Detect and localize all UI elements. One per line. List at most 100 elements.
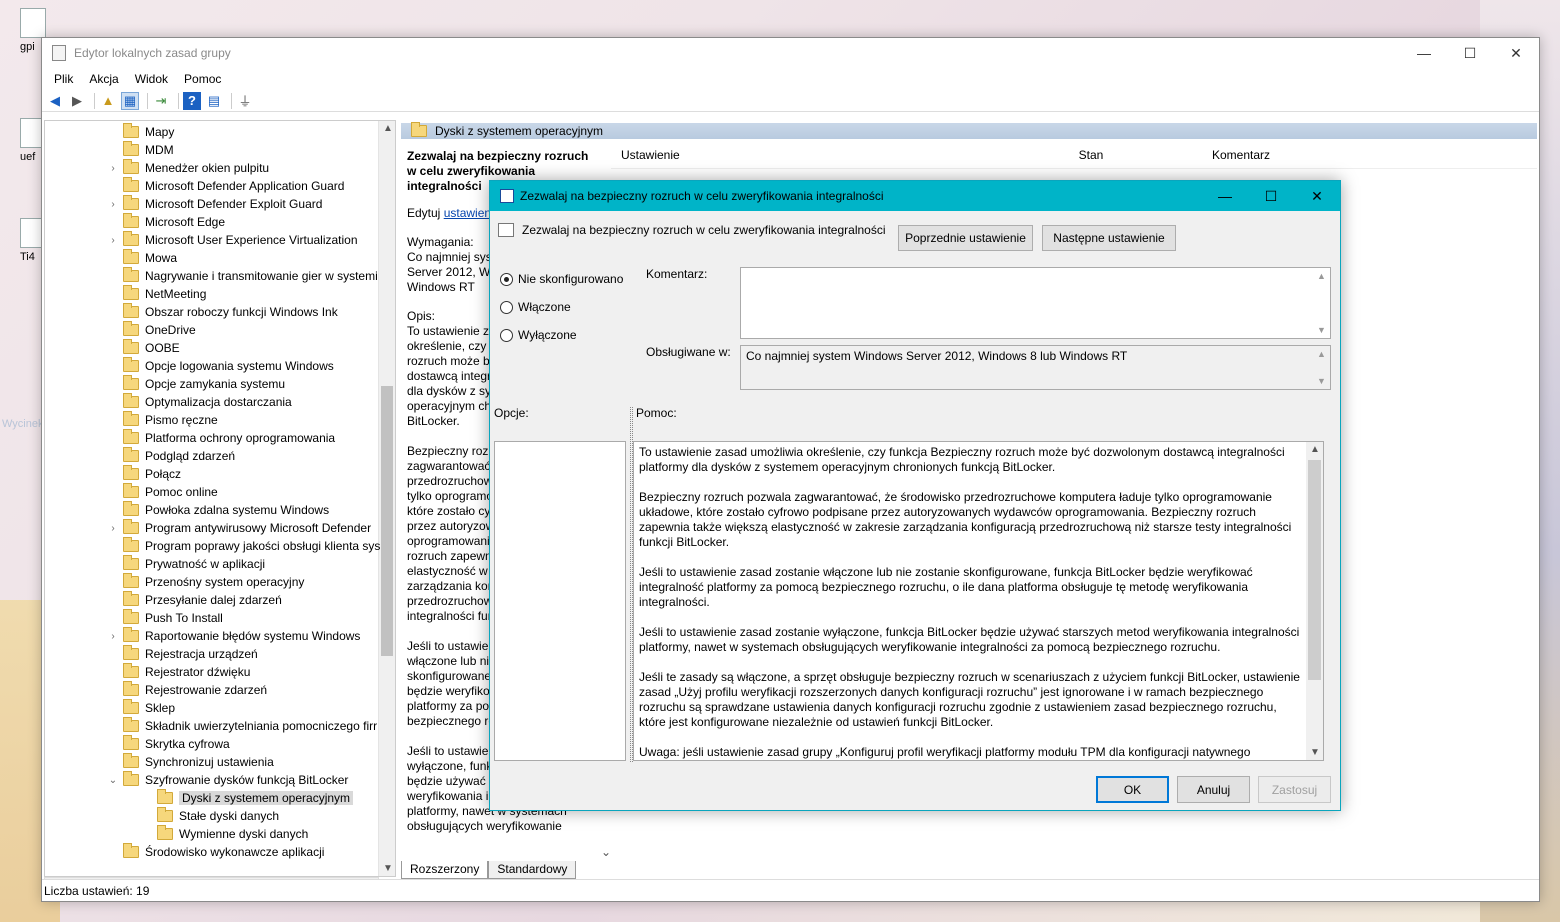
scroll-up-icon[interactable]: ▲ <box>1314 349 1329 359</box>
tree-item[interactable]: NetMeeting <box>107 285 206 303</box>
options-panel <box>494 441 626 761</box>
tree-item[interactable]: › Program antywirusowy Microsoft Defender <box>107 519 371 537</box>
tree-item[interactable]: Dyski z systemem operacyjnym <box>141 789 354 807</box>
tree-item[interactable]: ⌄ Szyfrowanie dysków funkcją BitLocker <box>107 771 348 789</box>
minimize-button[interactable]: — <box>1202 181 1248 211</box>
comment-field[interactable]: ▲ ▼ <box>740 267 1331 339</box>
tree-item[interactable]: Push To Install <box>107 609 223 627</box>
properties-icon[interactable]: ▤ <box>205 92 223 110</box>
tree-item[interactable]: Obszar roboczy funkcji Windows Ink <box>107 303 338 321</box>
tree-item[interactable]: Przesyłanie dalej zdarzeń <box>107 591 282 609</box>
scroll-down-icon[interactable]: ▼ <box>383 863 393 874</box>
filter-icon[interactable]: ⏚ <box>236 92 254 110</box>
tree-item[interactable]: Program poprawy jakości obsługi klienta … <box>107 537 380 555</box>
scrollbar-thumb[interactable] <box>381 386 393 656</box>
expand-chevron-icon[interactable]: › <box>107 199 119 210</box>
tree-item[interactable]: Prywatność w aplikacji <box>107 555 265 573</box>
forward-arrow-icon[interactable]: ▶ <box>68 92 86 110</box>
comment-scrollbar[interactable]: ▲ ▼ <box>1314 269 1329 337</box>
tree-item[interactable]: › Microsoft Defender Exploit Guard <box>107 195 322 213</box>
tree-item-label: Platforma ochrony oprogramowania <box>145 431 336 445</box>
maximize-button[interactable]: ☐ <box>1447 38 1493 68</box>
tree-item[interactable]: Połącz <box>107 465 181 483</box>
tree-item[interactable]: › Raportowanie błędów systemu Windows <box>107 627 360 645</box>
tab-standard[interactable]: Standardowy <box>488 861 577 879</box>
tree-item[interactable]: Nagrywanie i transmitowanie gier w syste… <box>107 267 378 285</box>
tree-item[interactable]: Microsoft Defender Application Guard <box>107 177 344 195</box>
back-arrow-icon[interactable]: ◀ <box>46 92 64 110</box>
tree-item[interactable]: Podgląd zdarzeń <box>107 447 235 465</box>
export-list-icon[interactable]: ⇥ <box>152 92 170 110</box>
tree-item[interactable]: Powłoka zdalna systemu Windows <box>107 501 329 519</box>
supported-scrollbar[interactable]: ▲ ▼ <box>1314 347 1329 388</box>
tree-item[interactable]: Mapy <box>107 123 174 141</box>
column-state[interactable]: Stan <box>1041 148 1141 162</box>
scroll-down-icon[interactable]: ▼ <box>1310 747 1320 758</box>
tree-item[interactable]: Skrytka cyfrowa <box>107 735 230 753</box>
tree-item[interactable]: Microsoft Edge <box>107 213 225 231</box>
next-setting-button[interactable]: Następne ustawienie <box>1042 225 1176 251</box>
folder-icon <box>123 285 139 300</box>
menu-help[interactable]: Pomoc <box>176 72 229 86</box>
radio-disabled[interactable]: Wyłączone <box>500 328 577 342</box>
tree-item[interactable]: Pomoc online <box>107 483 218 501</box>
tree-item[interactable]: Rejestracja urządzeń <box>107 645 258 663</box>
previous-setting-button[interactable]: Poprzednie ustawienie <box>898 225 1033 251</box>
tree-item[interactable]: Optymalizacja dostarczania <box>107 393 292 411</box>
expand-chevron-icon[interactable]: › <box>107 235 119 246</box>
column-setting[interactable]: Ustawienie <box>611 148 1041 162</box>
collapse-chevron-icon[interactable]: ⌄ <box>107 775 119 786</box>
up-folder-icon[interactable]: ▲ <box>99 92 117 110</box>
tree-item[interactable]: OOBE <box>107 339 180 357</box>
scroll-down-icon[interactable]: ▼ <box>1314 325 1329 335</box>
folder-icon <box>123 681 139 696</box>
expand-chevron-icon[interactable]: › <box>107 631 119 642</box>
expand-chevron-icon[interactable]: › <box>107 163 119 174</box>
minimize-button[interactable]: — <box>1401 38 1447 68</box>
tree-item[interactable]: Mowa <box>107 249 177 267</box>
close-button[interactable]: ✕ <box>1294 181 1340 211</box>
tree-item[interactable]: OneDrive <box>107 321 196 339</box>
tree-item[interactable]: Pismo ręczne <box>107 411 218 429</box>
tree-item-label: Szyfrowanie dysków funkcją BitLocker <box>145 773 349 787</box>
tab-extended[interactable]: Rozszerzony <box>401 861 489 879</box>
close-button[interactable]: ✕ <box>1493 38 1539 68</box>
scroll-up-icon[interactable]: ▲ <box>383 123 393 134</box>
apply-button[interactable]: Zastosuj <box>1258 776 1331 803</box>
column-comment[interactable]: Komentarz <box>1141 148 1341 162</box>
maximize-button[interactable]: ☐ <box>1248 181 1294 211</box>
scroll-down-icon[interactable]: ▼ <box>1314 376 1329 386</box>
tree-vertical-scrollbar[interactable]: ▲ ▼ <box>378 121 395 876</box>
ok-button[interactable]: OK <box>1096 776 1169 803</box>
tree-item[interactable]: Przenośny system operacyjny <box>107 573 304 591</box>
help-scrollbar[interactable]: ▲ ▼ <box>1306 442 1323 760</box>
tree-item[interactable]: Synchronizuj ustawienia <box>107 753 274 771</box>
tree-item[interactable]: Składnik uwierzytelniania pomocniczego f… <box>107 717 377 735</box>
policy-tree[interactable]: ▲ ▼ Mapy MDM › Menedżer okien pulpitu Micros… <box>44 120 396 877</box>
tree-item[interactable]: Wymienne dyski danych <box>141 825 308 843</box>
radio-enabled[interactable]: Włączone <box>500 300 571 314</box>
radio-not-configured[interactable]: Nie skonfigurowano <box>500 272 623 286</box>
show-hide-tree-icon[interactable]: ▦ <box>121 91 139 110</box>
tree-item[interactable]: Stałe dyski danych <box>141 807 279 825</box>
tree-item[interactable]: › Menedżer okien pulpitu <box>107 159 269 177</box>
tree-item[interactable]: Opcje zamykania systemu <box>107 375 285 393</box>
tree-item[interactable]: Środowisko wykonawcze aplikacji <box>107 843 324 861</box>
help-icon[interactable]: ? <box>183 91 201 110</box>
menu-view[interactable]: Widok <box>127 72 176 86</box>
tree-item[interactable]: Rejestrator dźwięku <box>107 663 250 681</box>
tree-item[interactable]: Rejestrowanie zdarzeń <box>107 681 267 699</box>
tree-item[interactable]: Sklep <box>107 699 175 717</box>
scroll-up-icon[interactable]: ▲ <box>1310 444 1320 455</box>
menu-action[interactable]: Akcja <box>81 72 126 86</box>
tree-item[interactable]: › Microsoft User Experience Virtualizatio… <box>107 231 358 249</box>
tree-item[interactable]: Platforma ochrony oprogramowania <box>107 429 335 447</box>
scroll-down-icon[interactable]: ⌄ <box>601 845 611 859</box>
tree-item[interactable]: Opcje logowania systemu Windows <box>107 357 334 375</box>
scroll-up-icon[interactable]: ▲ <box>1314 271 1329 281</box>
tree-item[interactable]: MDM <box>107 141 174 159</box>
scrollbar-thumb[interactable] <box>1308 460 1321 680</box>
expand-chevron-icon[interactable]: › <box>107 523 119 534</box>
cancel-button[interactable]: Anuluj <box>1177 776 1250 803</box>
menu-file[interactable]: Plik <box>46 72 81 86</box>
